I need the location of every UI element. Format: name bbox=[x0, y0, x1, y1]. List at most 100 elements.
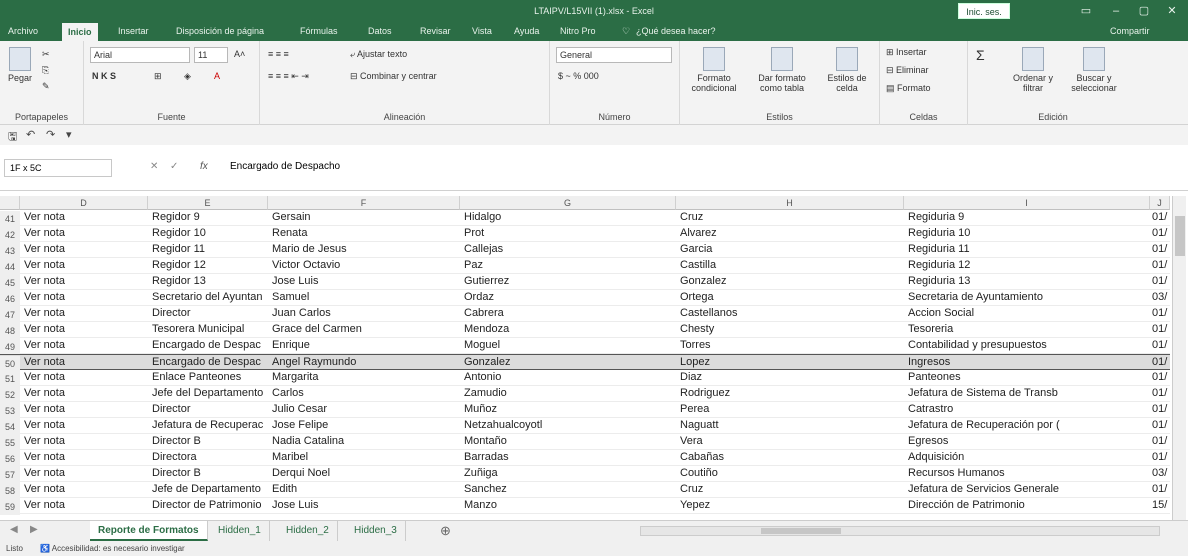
cut-icon[interactable]: ✂ bbox=[42, 49, 50, 60]
cell-g[interactable]: Cabrera bbox=[464, 307, 676, 319]
column-header-f[interactable]: F bbox=[268, 196, 460, 210]
h-scroll-thumb[interactable] bbox=[761, 528, 841, 534]
cell-i[interactable]: Regiduria 13 bbox=[908, 275, 1148, 287]
cell-j[interactable]: 01/ bbox=[1152, 483, 1170, 495]
tab-formulas[interactable]: Fórmulas bbox=[300, 26, 338, 36]
find-select-button[interactable]: Buscar y seleccionar bbox=[1064, 47, 1124, 93]
cell-i[interactable]: Accion Social bbox=[908, 307, 1148, 319]
cell-j[interactable]: 03/ bbox=[1152, 467, 1170, 479]
tab-revisar[interactable]: Revisar bbox=[420, 26, 451, 36]
number-format-buttons[interactable]: $ ~ % 000 bbox=[558, 71, 599, 81]
cell-f[interactable]: Jose Luis bbox=[272, 499, 460, 511]
cell-e[interactable]: Director de Patrimonio bbox=[152, 499, 270, 511]
cell-d[interactable]: Ver nota bbox=[24, 356, 148, 368]
cell-i[interactable]: Jefatura de Sistema de Transb bbox=[908, 387, 1148, 399]
cell-f[interactable]: Carlos bbox=[272, 387, 460, 399]
cell-h[interactable]: Vera bbox=[680, 435, 904, 447]
cell-d[interactable]: Ver nota bbox=[24, 291, 148, 303]
column-header-d[interactable]: D bbox=[20, 196, 148, 210]
cell-d[interactable]: Ver nota bbox=[24, 307, 148, 319]
tab-insertar[interactable]: Insertar bbox=[118, 26, 149, 36]
cell-j[interactable]: 01/ bbox=[1152, 356, 1170, 368]
spreadsheet-grid[interactable]: 41 Ver nota Regidor 9 Gersain Hidalgo Cruz Reg… bbox=[0, 210, 1170, 516]
column-header-g[interactable]: G bbox=[460, 196, 676, 210]
sheet-tab-reporte[interactable]: Reporte de Formatos bbox=[90, 521, 208, 541]
cell-i[interactable]: Contabilidad y presupuestos bbox=[908, 339, 1148, 351]
table-row[interactable]: 47 Ver nota Director Juan Carlos Cabrera Cast… bbox=[0, 306, 1170, 323]
cell-h[interactable]: Cruz bbox=[680, 211, 904, 223]
cell-j[interactable]: 01/ bbox=[1152, 371, 1170, 383]
cell-d[interactable]: Ver nota bbox=[24, 211, 148, 223]
cell-e[interactable]: Regidor 13 bbox=[152, 275, 270, 287]
ribbon-display-icon[interactable]: ▭ bbox=[1074, 3, 1098, 19]
cell-e[interactable]: Regidor 10 bbox=[152, 227, 270, 239]
row-header[interactable]: 49 bbox=[0, 339, 20, 355]
cell-h[interactable]: Rodriguez bbox=[680, 387, 904, 399]
scroll-thumb[interactable] bbox=[1175, 216, 1185, 256]
cell-d[interactable]: Ver nota bbox=[24, 275, 148, 287]
undo-icon[interactable]: ↶ bbox=[26, 128, 35, 141]
row-header[interactable]: 58 bbox=[0, 483, 20, 499]
table-row[interactable]: 50 Ver nota Encargado de Despac Angel Raymu… bbox=[0, 354, 1170, 372]
sheet-tab-hidden-3[interactable]: Hidden_3 bbox=[346, 521, 406, 541]
cell-e[interactable]: Enlace Panteones bbox=[152, 371, 270, 383]
select-all-corner[interactable] bbox=[0, 196, 20, 210]
column-header-i[interactable]: I bbox=[904, 196, 1150, 210]
bold-italic-underline-buttons[interactable]: N K S bbox=[92, 71, 116, 81]
format-painter-icon[interactable]: ✎ bbox=[42, 81, 50, 92]
table-row[interactable]: 41 Ver nota Regidor 9 Gersain Hidalgo Cruz Reg… bbox=[0, 210, 1170, 227]
cell-e[interactable]: Director bbox=[152, 307, 270, 319]
cell-d[interactable]: Ver nota bbox=[24, 243, 148, 255]
tab-vista[interactable]: Vista bbox=[472, 26, 492, 36]
row-header[interactable]: 59 bbox=[0, 499, 20, 515]
font-size-select[interactable]: 11 bbox=[194, 47, 228, 63]
cell-h[interactable]: Torres bbox=[680, 339, 904, 351]
cell-h[interactable]: Gonzalez bbox=[680, 275, 904, 287]
cell-d[interactable]: Ver nota bbox=[24, 467, 148, 479]
cell-h[interactable]: Cruz bbox=[680, 483, 904, 495]
cell-f[interactable]: Maribel bbox=[272, 451, 460, 463]
row-header[interactable]: 54 bbox=[0, 419, 20, 435]
conditional-format-button[interactable]: Formato condicional bbox=[684, 47, 744, 93]
cell-e[interactable]: Jefe del Departamento bbox=[152, 387, 270, 399]
cell-j[interactable]: 01/ bbox=[1152, 323, 1170, 335]
table-row[interactable]: 51 Ver nota Enlace Panteones Margarita Anton… bbox=[0, 370, 1170, 387]
cell-g[interactable]: Manzo bbox=[464, 499, 676, 511]
next-sheet-icon[interactable]: ▶ bbox=[30, 524, 38, 535]
top-align-icon[interactable]: ≡ ≡ ≡ bbox=[268, 49, 289, 59]
cell-f[interactable]: Grace del Carmen bbox=[272, 323, 460, 335]
cell-g[interactable]: Mendoza bbox=[464, 323, 676, 335]
table-row[interactable]: 45 Ver nota Regidor 13 Jose Luis Gutierrez Go… bbox=[0, 274, 1170, 291]
font-name-select[interactable]: Arial bbox=[90, 47, 190, 63]
cell-e[interactable]: Directora bbox=[152, 451, 270, 463]
cell-d[interactable]: Ver nota bbox=[24, 499, 148, 511]
autosum-icon[interactable]: Σ bbox=[976, 47, 985, 63]
row-header[interactable]: 41 bbox=[0, 211, 20, 227]
table-row[interactable]: 48 Ver nota Tesorera Municipal Grace del Ca… bbox=[0, 322, 1170, 339]
sign-in-button[interactable]: Inic. ses. bbox=[958, 3, 1010, 19]
cell-i[interactable]: Adquisición bbox=[908, 451, 1148, 463]
cell-d[interactable]: Ver nota bbox=[24, 451, 148, 463]
cell-i[interactable]: Recursos Humanos bbox=[908, 467, 1148, 479]
cell-j[interactable]: 01/ bbox=[1152, 211, 1170, 223]
cell-d[interactable]: Ver nota bbox=[24, 419, 148, 431]
cell-g[interactable]: Hidalgo bbox=[464, 211, 676, 223]
cell-i[interactable]: Catrastro bbox=[908, 403, 1148, 415]
cancel-icon[interactable]: ✕ bbox=[150, 161, 158, 172]
cell-j[interactable]: 01/ bbox=[1152, 339, 1170, 351]
cell-d[interactable]: Ver nota bbox=[24, 483, 148, 495]
cell-g[interactable]: Paz bbox=[464, 259, 676, 271]
cell-h[interactable]: Ortega bbox=[680, 291, 904, 303]
row-header[interactable]: 48 bbox=[0, 323, 20, 339]
format-cells-button[interactable]: ▤ Formato bbox=[886, 83, 931, 94]
row-header[interactable]: 45 bbox=[0, 275, 20, 291]
table-row[interactable]: 46 Ver nota Secretario del Ayuntan Samuel Or… bbox=[0, 290, 1170, 307]
cell-i[interactable]: Regiduria 9 bbox=[908, 211, 1148, 223]
cell-e[interactable]: Director bbox=[152, 403, 270, 415]
accessibility-status[interactable]: ♿ Accesibilidad: es necesario investigar bbox=[40, 542, 185, 556]
cell-f[interactable]: Renata bbox=[272, 227, 460, 239]
tab-nitro[interactable]: Nitro Pro bbox=[560, 26, 596, 36]
cell-g[interactable]: Antonio bbox=[464, 371, 676, 383]
cell-h[interactable]: Garcia bbox=[680, 243, 904, 255]
formula-input[interactable]: Encargado de Despacho bbox=[230, 161, 340, 172]
